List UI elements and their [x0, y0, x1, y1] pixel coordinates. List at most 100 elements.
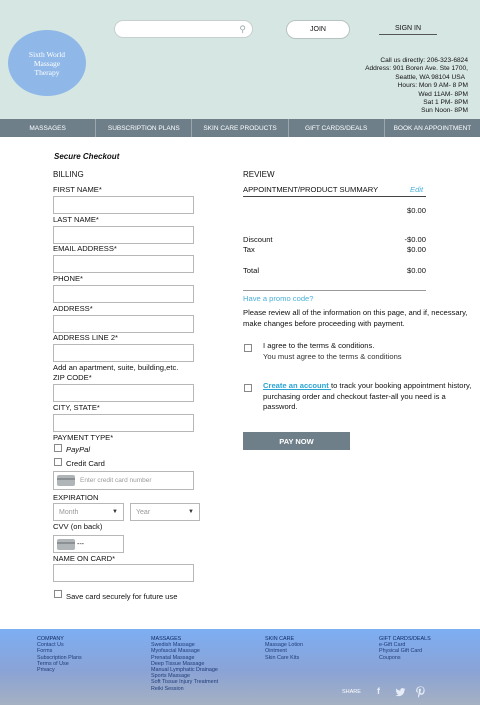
footer-link-privacy[interactable]: Privacy — [37, 667, 82, 673]
main-nav: MASSAGES SUBSCRIPTION PLANS SKIN CARE PR… — [0, 119, 480, 137]
paypal-label: PayPal — [66, 445, 91, 454]
first-name-field[interactable] — [53, 196, 194, 214]
zip-label: ZIP CODE* — [53, 373, 92, 382]
pinterest-icon[interactable] — [416, 686, 425, 698]
total-label: Total — [243, 266, 260, 275]
hours-sat: Sat 1 PM- 8PM — [423, 99, 468, 107]
card-back-icon — [57, 538, 75, 550]
chevron-down-icon: ▼ — [188, 509, 194, 515]
terms-checkbox[interactable] — [244, 344, 252, 352]
footer-massages: MASSAGES Swedish Massage Myofascial Mass… — [151, 636, 218, 692]
promo-code-link[interactable]: Have a promo code? — [243, 294, 314, 303]
footer-link-reiki[interactable]: Reiki Session — [151, 686, 218, 692]
header: Sixth World Massage Therapy ⚲ JOIN SIGN … — [0, 0, 480, 119]
contact-address: Address: 901 Boren Ave. Ste 1700, — [365, 65, 468, 73]
create-account-checkbox[interactable] — [244, 384, 252, 392]
footer-link-soft-tissue[interactable]: Soft Tissue Injury Treatment — [151, 679, 218, 685]
facebook-icon[interactable]: f — [377, 686, 380, 696]
cvv-label: CVV (on back) — [53, 522, 103, 531]
save-card-label: Save card securely for future use — [66, 592, 178, 601]
month-select-value: Month — [59, 508, 79, 516]
credit-card-checkbox[interactable] — [54, 458, 62, 466]
logo-line-3: Therapy — [34, 67, 60, 77]
search-icon[interactable]: ⚲ — [239, 24, 246, 35]
contact-city: Seattle, WA 98104 USA — [395, 73, 465, 81]
first-name-label: FIRST NAME* — [53, 185, 102, 194]
nav-skin-care-products[interactable]: SKIN CARE PRODUCTS — [192, 119, 289, 137]
cvv-value: --- — [77, 540, 84, 548]
save-card-checkbox[interactable] — [54, 590, 62, 598]
total-value: $0.00 — [406, 266, 426, 275]
hours-sun: Sun Noon- 8PM — [421, 107, 468, 115]
nav-subscription-plans[interactable]: SUBSCRIPTION PLANS — [96, 119, 193, 137]
discount-value: -$0.00 — [404, 235, 426, 244]
page-title: Secure Checkout — [54, 152, 120, 161]
create-account-text: Create an account to track your booking … — [263, 381, 475, 413]
email-label: EMAIL ADDRESS* — [53, 244, 117, 253]
cvv-field[interactable]: --- — [53, 535, 124, 553]
month-select[interactable]: Month ▼ — [53, 503, 124, 521]
phone-label: PHONE* — [53, 274, 83, 283]
last-name-field[interactable] — [53, 226, 194, 244]
year-select-value: Year — [136, 508, 151, 516]
share-label: SHARE — [342, 689, 361, 695]
footer-link-kits[interactable]: Skin Care Kits — [265, 655, 303, 661]
credit-card-icon — [57, 475, 75, 486]
discount-label: Discount — [243, 235, 273, 244]
logo-line-1: Sixth World — [28, 49, 66, 59]
phone-field[interactable] — [53, 285, 194, 303]
nav-gift-cards[interactable]: GIFT CARDS/DEALS — [289, 119, 385, 137]
hours-mon: Hours: Mon 9 AM- 8 PM — [397, 82, 468, 90]
subtotal-value: $0.00 — [406, 206, 426, 215]
terms-hint: You must agree to the terms & conditions — [263, 352, 402, 361]
summary-heading: APPOINTMENT/PRODUCT SUMMARY — [243, 185, 379, 194]
name-on-card-field[interactable] — [53, 564, 194, 582]
tax-value: $0.00 — [406, 245, 426, 254]
tax-label: Tax — [243, 245, 255, 254]
edit-link[interactable]: Edit — [410, 185, 423, 194]
terms-label: I agree to the terms & conditions. — [263, 341, 375, 350]
contact-phone: Call us directly: 206-323-6824 — [380, 57, 468, 64]
sign-in-link[interactable]: SIGN IN — [379, 25, 437, 35]
address2-note: Add an apartment, suite, building,etc. — [53, 363, 179, 372]
twitter-icon[interactable] — [395, 688, 406, 697]
footer-gift-cards: GIFT CARDS/DEALS e-Gift Card Physical Gi… — [379, 636, 431, 661]
credit-card-placeholder: Enter credit card number — [80, 477, 152, 484]
payment-type-label: PAYMENT TYPE* — [53, 433, 114, 442]
nav-massages[interactable]: MASSAGES — [0, 119, 97, 137]
join-button[interactable]: JOIN — [286, 20, 350, 39]
last-name-label: LAST NAME* — [53, 215, 99, 224]
logo-line-2: Massage — [33, 58, 61, 68]
chevron-down-icon: ▼ — [112, 509, 118, 515]
summary-divider-bottom — [243, 290, 426, 291]
paypal-checkbox[interactable] — [54, 444, 62, 452]
city-state-field[interactable] — [53, 414, 194, 432]
contact-info: Call us directly: 206-323-6824 Address: … — [365, 57, 468, 116]
nav-book-appointment[interactable]: BOOK AN APPOINTMENT — [385, 119, 480, 137]
address-label: ADDRESS* — [53, 304, 93, 313]
expiration-label: EXPIRATION — [53, 493, 99, 502]
hours-wed: Wed 11AM- 8PM — [418, 90, 468, 98]
address2-field[interactable] — [53, 344, 194, 362]
zip-field[interactable] — [53, 384, 194, 402]
email-field[interactable] — [53, 255, 194, 273]
credit-card-label: Credit Card — [66, 459, 105, 468]
city-state-label: CITY, STATE* — [53, 403, 100, 412]
footer-skin-care: SKIN CARE Massage Lotion Ointment Skin C… — [265, 636, 303, 661]
address-field[interactable] — [53, 315, 194, 333]
footer: COMPANY Contact Us Forms Subscription Pl… — [0, 629, 480, 705]
year-select[interactable]: Year ▼ — [130, 503, 200, 521]
pay-now-button[interactable]: PAY NOW — [243, 432, 350, 450]
name-on-card-label: NAME ON CARD* — [53, 554, 116, 563]
credit-card-number-field[interactable]: Enter credit card number — [53, 471, 194, 490]
billing-heading: BILLING — [53, 170, 84, 179]
footer-link-coupons[interactable]: Coupons — [379, 655, 431, 661]
summary-divider-top — [243, 196, 426, 197]
address2-label: ADDRESS LINE 2* — [53, 333, 118, 342]
review-instructions: Please review all of the information on … — [243, 308, 468, 328]
logo[interactable]: Sixth World Massage Therapy — [8, 30, 86, 96]
create-account-link[interactable]: Create an account — [263, 381, 331, 390]
footer-link-subscription[interactable]: Subscription Plans — [37, 655, 82, 661]
search-input[interactable]: ⚲ — [114, 20, 253, 38]
review-heading: REVIEW — [243, 170, 275, 179]
